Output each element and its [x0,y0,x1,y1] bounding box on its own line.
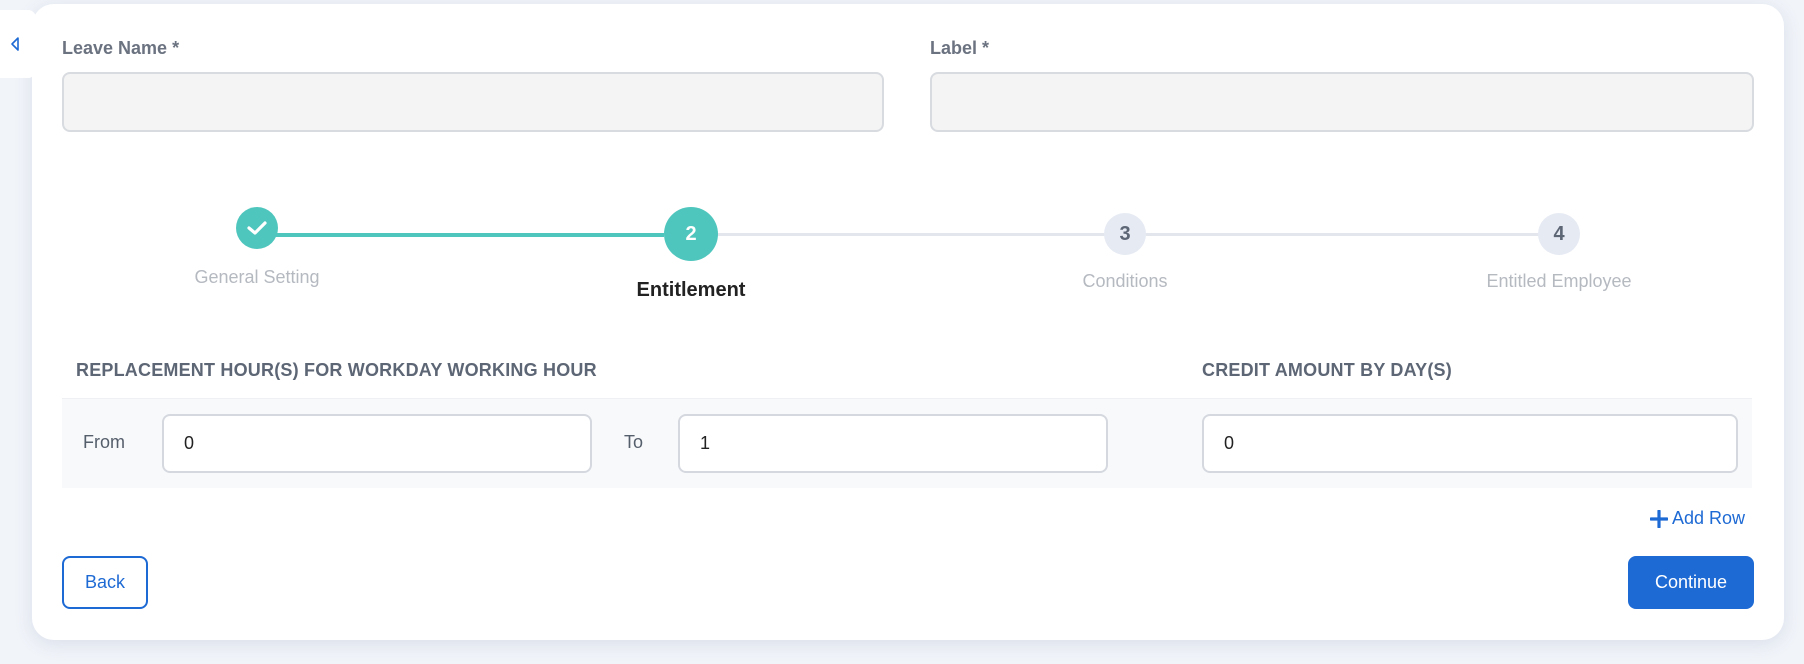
step-number-entitlement: 2 [685,222,697,245]
step-label-entitlement: Entitlement [636,279,746,301]
from-hours-input[interactable] [162,414,592,473]
replacement-hours-header: REPLACEMENT HOUR(S) FOR WORKDAY WORKING … [76,360,597,380]
progress-stepper: General Setting 2 Entitlement 3 Conditio… [62,200,1752,310]
leave-name-input[interactable] [62,72,884,132]
add-row-label: Add Row [1672,508,1746,528]
to-hours-input[interactable] [678,414,1108,473]
back-button[interactable]: Back [62,556,148,609]
step-label-conditions: Conditions [1082,271,1168,291]
step-label-general-setting: General Setting [194,267,320,287]
add-row-button[interactable]: Add Row [1650,508,1745,529]
credit-amount-header: CREDIT AMOUNT BY DAY(S) [1202,360,1452,380]
label-input[interactable] [930,72,1754,132]
step-entitlement[interactable]: 2 [664,207,718,261]
continue-button[interactable]: Continue [1628,556,1754,609]
label-field-label: Label * [930,38,990,58]
step-general-setting[interactable] [236,207,278,249]
caret-left-icon [11,37,19,51]
step-number-conditions: 3 [1119,222,1131,245]
step-entitled-employee[interactable]: 4 [1538,213,1580,255]
step-connector-completed [256,233,664,237]
leave-name-label: Leave Name * [62,38,180,58]
step-label-entitled-employee: Entitled Employee [1486,271,1632,291]
from-label: From [83,432,125,452]
credit-amount-input[interactable] [1202,414,1738,473]
check-icon [247,221,267,235]
step-conditions[interactable]: 3 [1104,213,1146,255]
collapse-sidebar-tab[interactable] [0,10,36,78]
plus-icon [1650,509,1668,528]
step-number-entitled-employee: 4 [1553,222,1565,245]
to-label: To [624,432,644,452]
